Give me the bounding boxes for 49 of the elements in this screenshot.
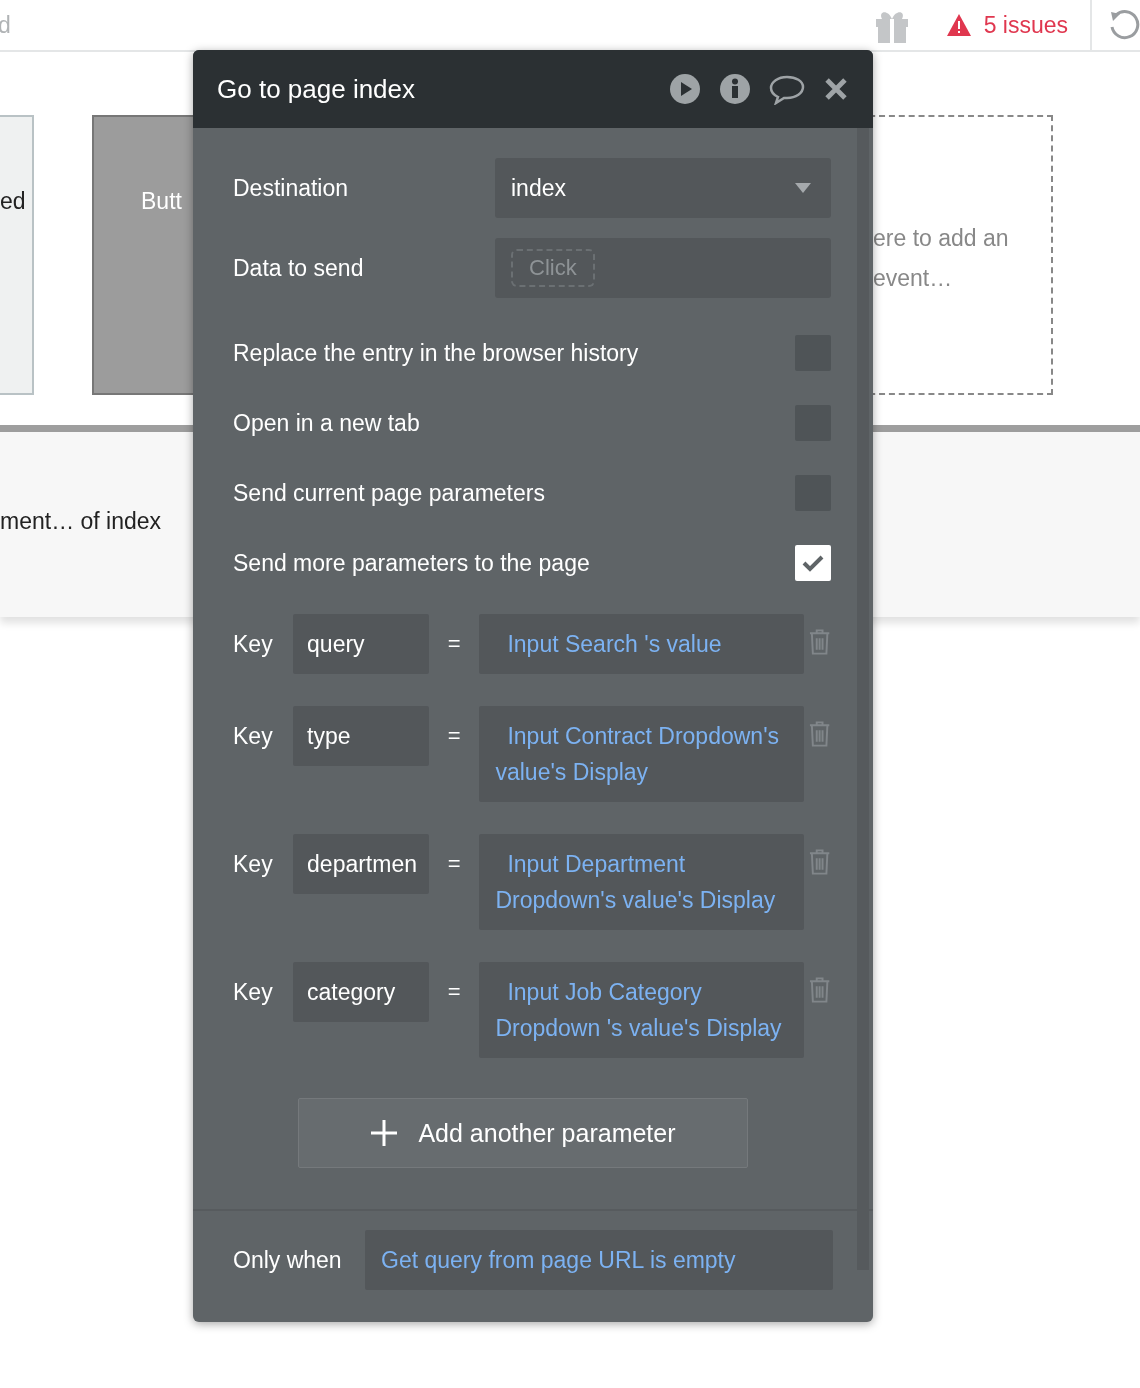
warning-icon: [945, 13, 972, 37]
trash-icon[interactable]: [807, 720, 831, 748]
option-label: Open in a new tab: [233, 409, 421, 437]
button-text: Butt: [141, 188, 182, 215]
field-label: Data to send: [233, 254, 365, 282]
key-label: Key: [233, 722, 274, 751]
key-field[interactable]: type: [293, 706, 430, 766]
destination-dropdown[interactable]: index: [495, 158, 831, 218]
element-text: ed: [0, 188, 26, 215]
trash-icon[interactable]: [807, 976, 831, 1004]
checkbox[interactable]: [795, 545, 831, 581]
equals-sign: =: [446, 978, 462, 1006]
plus-icon: [370, 1119, 399, 1147]
placeholder-text: ere to add an event…: [873, 224, 1010, 293]
trash-icon[interactable]: [807, 848, 831, 876]
option-label: Replace the entry in the browser history: [233, 339, 640, 367]
option-label: Send current page parameters: [233, 479, 546, 507]
trash-icon[interactable]: [807, 628, 831, 656]
condition-label: Only when: [233, 1246, 343, 1274]
checkmark-icon: [802, 554, 824, 572]
key-label: Key: [233, 850, 274, 879]
info-icon[interactable]: [719, 73, 751, 105]
popup-title: Go to page index: [217, 73, 417, 105]
scrollbar[interactable]: [857, 128, 869, 1270]
add-parameter-button[interactable]: Add another parameter: [298, 1098, 748, 1168]
click-placeholder[interactable]: Click: [511, 249, 595, 287]
canvas-element[interactable]: [0, 115, 34, 395]
equals-sign: =: [446, 722, 462, 750]
value-expression[interactable]: Input Department Dropdown's value's Display: [479, 834, 804, 930]
play-icon[interactable]: [669, 73, 701, 105]
undo-icon[interactable]: [1108, 9, 1140, 41]
issues-link[interactable]: 5 issues: [983, 11, 1068, 39]
condition-expression[interactable]: Get query from page URL is empty: [365, 1230, 833, 1290]
field-label: Destination: [233, 174, 350, 202]
value-expression[interactable]: Input Contract Dropdown's value's Display: [479, 706, 804, 802]
caret-icon: [795, 183, 811, 193]
expression-field[interactable]: Click: [495, 238, 831, 298]
workflow-label: ment… of index: [0, 508, 162, 535]
value-expression[interactable]: Input Job Category Dropdown 's value's Display: [479, 962, 804, 1058]
equals-sign: =: [446, 630, 462, 658]
option-label: Send more parameters to the page: [233, 549, 591, 577]
value-expression[interactable]: Input Search 's value: [479, 614, 804, 674]
key-field[interactable]: query: [293, 614, 430, 674]
key-label: Key: [233, 978, 274, 1007]
key-field[interactable]: category: [293, 962, 430, 1022]
key-label: Key: [233, 630, 274, 659]
comment-icon[interactable]: [769, 73, 805, 105]
equals-sign: =: [446, 850, 462, 878]
key-field[interactable]: departmen: [293, 834, 430, 894]
